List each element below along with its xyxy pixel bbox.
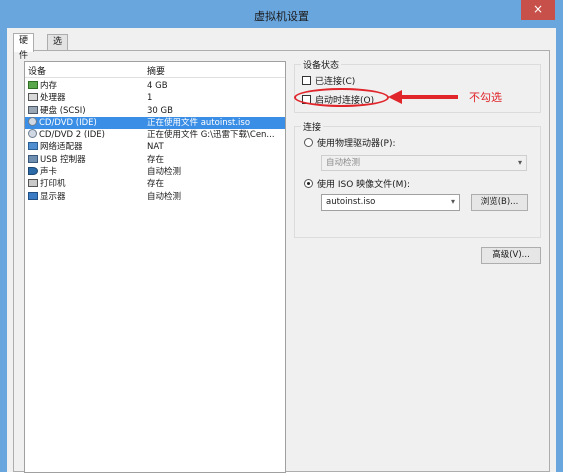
device-row-network-adapter[interactable]: 网络适配器 NAT: [25, 141, 285, 153]
annotation-arrow-icon: [388, 90, 458, 104]
device-summary: 存在: [147, 154, 165, 165]
chevron-down-icon: ▾: [517, 158, 522, 167]
connected-checkbox[interactable]: [302, 76, 311, 85]
iso-image-radio[interactable]: [304, 179, 313, 188]
device-summary: 自动检测: [147, 167, 182, 178]
window-title: 虚拟机设置: [254, 10, 309, 23]
annotation-ellipse: [294, 88, 389, 107]
physical-drive-value: 自动检测: [326, 158, 361, 168]
device-row-cd-dvd[interactable]: CD/DVD (IDE) 正在使用文件 autoinst.iso: [25, 116, 285, 130]
device-name: CD/DVD 2 (IDE): [39, 130, 105, 141]
annotation-text: 不勾选: [469, 91, 502, 104]
tab-options[interactable]: 选项: [47, 34, 69, 62]
device-name: 显示器: [40, 191, 66, 202]
device-row-display[interactable]: 显示器 自动检测: [25, 191, 285, 203]
device-summary: 4 GB: [147, 81, 168, 91]
tab-hardware[interactable]: 硬件: [13, 33, 35, 61]
iso-path-combobox[interactable]: autoinst.iso ▾: [321, 194, 460, 211]
advanced-button[interactable]: 高级(V)...: [481, 247, 541, 264]
physical-drive-radio[interactable]: [304, 138, 313, 147]
device-summary: 正在使用文件 autoinst.iso: [147, 117, 251, 128]
hard-disk-icon: [28, 105, 38, 114]
device-summary: 30 GB: [147, 105, 173, 116]
title-bar[interactable]: 虚拟机设置 ×: [0, 0, 563, 28]
device-name: 内存: [40, 81, 58, 91]
memory-icon: [28, 81, 38, 89]
physical-drive-dropdown[interactable]: 自动检测 ▾: [321, 155, 527, 171]
device-name: 打印机: [40, 179, 66, 190]
device-name: 网络适配器: [40, 142, 83, 153]
device-list-header: 设备 摘要: [25, 62, 285, 78]
device-summary: 正在使用文件 G:\迅雷下载\Cen...: [147, 130, 275, 141]
device-summary: 1: [147, 93, 153, 104]
device-list[interactable]: 设备 摘要 内存 4 GB 处理器 1 硬盘 (SCSI) 30 GB CD/D…: [24, 61, 286, 473]
device-row-hard-disk[interactable]: 硬盘 (SCSI) 30 GB: [25, 105, 285, 117]
vm-settings-window: 虚拟机设置 × 硬件 选项 设备 摘要 内存 4 GB 处理: [0, 0, 563, 473]
device-status-title: 设备状态: [301, 58, 342, 71]
device-row-usb-controller[interactable]: USB 控制器 存在: [25, 154, 285, 166]
device-row-cd-dvd-2[interactable]: CD/DVD 2 (IDE) 正在使用文件 G:\迅雷下载\Cen...: [25, 129, 285, 141]
sound-card-icon: [28, 167, 38, 176]
device-name: 硬盘 (SCSI): [40, 105, 86, 116]
iso-image-label[interactable]: 使用 ISO 映像文件(M):: [317, 177, 410, 190]
printer-icon: [28, 179, 38, 188]
network-adapter-icon: [28, 142, 38, 151]
device-summary: NAT: [147, 142, 164, 153]
device-row-processor[interactable]: 处理器 1: [25, 92, 285, 104]
browse-button[interactable]: 浏览(B)...: [471, 194, 528, 211]
cd-dvd-icon: [28, 129, 37, 139]
physical-drive-label[interactable]: 使用物理驱动器(P):: [317, 136, 395, 149]
close-button[interactable]: ×: [521, 0, 555, 20]
connection-group: 连接 使用物理驱动器(P): 自动检测 ▾ 使用 ISO 映像文件(M): au…: [294, 120, 541, 238]
dialog-body: 硬件 选项 设备 摘要 内存 4 GB 处理器 1: [7, 28, 556, 473]
device-name: CD/DVD (IDE): [39, 117, 97, 128]
device-row-memory[interactable]: 内存 4 GB: [25, 80, 285, 92]
device-row-sound-card[interactable]: 声卡 自动检测: [25, 166, 285, 178]
device-name: 处理器: [40, 93, 66, 104]
hardware-tab-page: 设备 摘要 内存 4 GB 处理器 1 硬盘 (SCSI) 30 GB CD/D…: [13, 50, 550, 473]
device-summary: 自动检测: [147, 191, 182, 202]
column-header-device[interactable]: 设备: [28, 64, 46, 77]
iso-path-value: autoinst.iso: [326, 197, 376, 207]
close-icon: ×: [532, 2, 544, 16]
cd-dvd-icon: [28, 116, 37, 126]
display-icon: [28, 191, 38, 200]
connected-label[interactable]: 已连接(C): [315, 74, 355, 87]
device-summary: 存在: [147, 179, 165, 190]
chevron-down-icon[interactable]: ▾: [451, 195, 455, 209]
usb-icon: [28, 154, 38, 163]
device-name: USB 控制器: [40, 154, 86, 165]
device-row-printer[interactable]: 打印机 存在: [25, 178, 285, 190]
device-name: 声卡: [40, 167, 58, 178]
processor-icon: [28, 93, 38, 102]
column-header-summary[interactable]: 摘要: [147, 64, 165, 77]
connection-title: 连接: [301, 120, 324, 133]
